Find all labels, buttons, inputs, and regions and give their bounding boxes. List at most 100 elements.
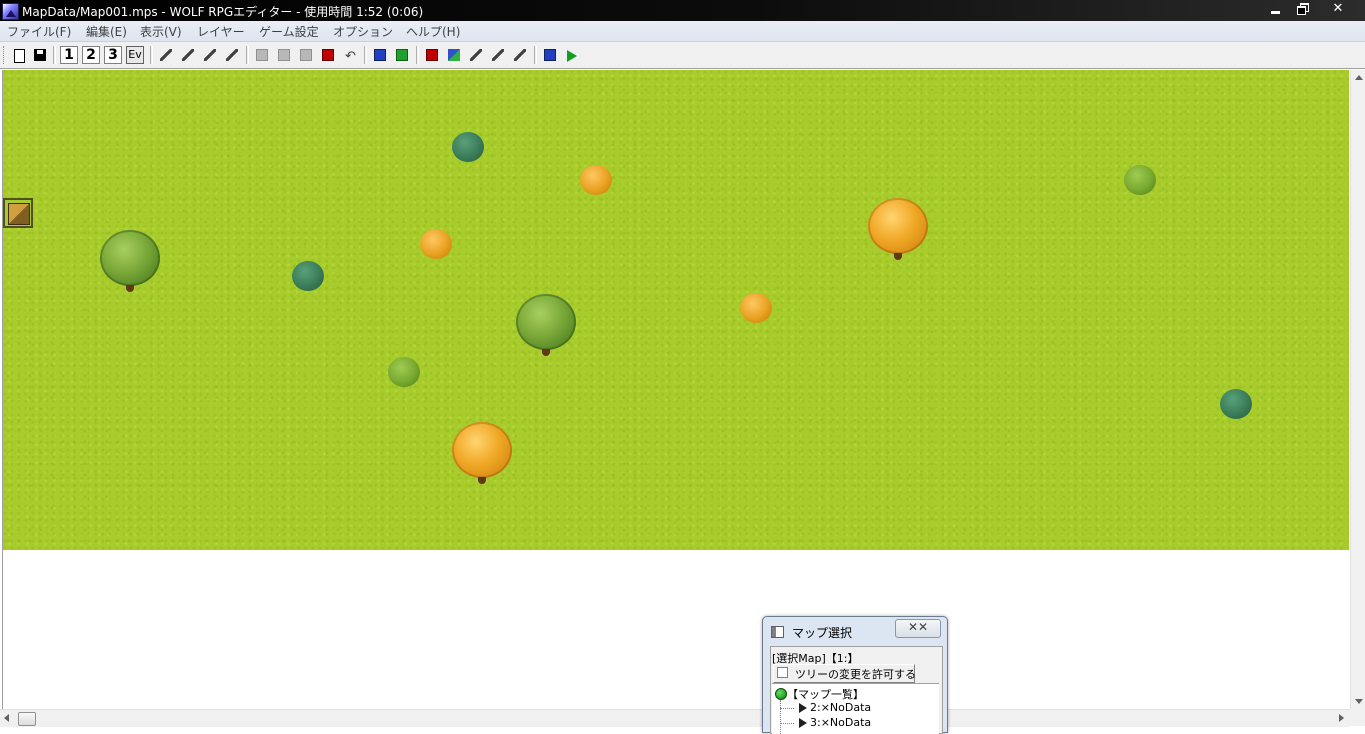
map-arrow-icon [799, 703, 807, 713]
map-root-label[interactable]: 【マップ一覧】 [787, 686, 864, 702]
map-canvas[interactable] [2, 70, 1350, 709]
play-test-icon [567, 50, 577, 62]
vertical-scrollbar[interactable] [1350, 70, 1365, 709]
orange-tree [868, 198, 928, 260]
map-tree-list[interactable]: 【マップ一覧】 2:×NoData 3:×NoData [772, 683, 939, 734]
toolbar-separator [53, 46, 56, 64]
scroll-up-icon[interactable] [1355, 75, 1363, 80]
autotile-2-button[interactable] [179, 46, 197, 64]
horizontal-scroll-thumb[interactable] [18, 712, 36, 726]
tools-icon [470, 49, 482, 61]
copy-icon [322, 49, 334, 61]
teal-bush [1220, 389, 1252, 419]
database-button[interactable] [423, 46, 441, 64]
tree-item[interactable]: 2:×NoData [780, 701, 930, 715]
orange-bush [740, 293, 772, 323]
allow-tree-change-label: ツリーの変更を許可する [795, 668, 916, 681]
toolbar: 1 2 3 Ev ↶ [0, 42, 1365, 69]
pencil-button[interactable] [253, 46, 271, 64]
toolbar-separator [364, 46, 367, 64]
window-icon [771, 626, 784, 638]
lime-bush [1124, 165, 1156, 195]
new-map-button[interactable] [9, 46, 27, 64]
minimize-icon [1271, 11, 1280, 14]
allow-tree-change-toggle[interactable]: ツリーの変更を許可する [773, 664, 916, 683]
autotile-3-icon [204, 49, 216, 61]
save-button[interactable] [31, 46, 49, 64]
new-map-icon [14, 49, 25, 63]
save-icon [34, 49, 46, 61]
scroll-right-icon[interactable] [1339, 714, 1344, 722]
tree-connector [780, 723, 794, 724]
undo-button[interactable]: ↶ [341, 46, 359, 64]
autotile-4-button[interactable] [223, 46, 241, 64]
map-settings-icon [374, 49, 386, 61]
panel-body: [選択Map]【1:】 ツリーの変更を許可する 【マップ一覧】 2:×NoDat… [770, 646, 943, 734]
scroll-down-icon[interactable] [1355, 699, 1363, 704]
copy-button[interactable] [319, 46, 337, 64]
search-button[interactable] [489, 46, 507, 64]
tools-button[interactable] [467, 46, 485, 64]
orange-tree [452, 422, 512, 484]
menu-view[interactable]: 表示(V) [140, 23, 182, 40]
rectangle-button[interactable] [275, 46, 293, 64]
map-select-panel: マップ選択 ✕✕ [選択Map]【1:】 ツリーの変更を許可する 【マップ一覧】… [762, 616, 948, 734]
map-grass-area[interactable] [3, 70, 1349, 550]
map-settings-button[interactable] [371, 46, 389, 64]
common-event-button[interactable] [445, 46, 463, 64]
menu-edit[interactable]: 編集(E) [86, 23, 127, 40]
toolbar-separator [150, 46, 153, 64]
toolbar-grip[interactable] [3, 46, 7, 64]
map-bgm-icon [514, 49, 526, 61]
script-button[interactable] [541, 46, 559, 64]
map-bgm-button[interactable] [511, 46, 529, 64]
play-test-button[interactable] [563, 46, 581, 64]
green-tree [516, 294, 576, 356]
panel-title: マップ選択 [792, 626, 853, 640]
fill-button[interactable] [297, 46, 315, 64]
tree-item[interactable]: 3:×NoData [780, 716, 930, 730]
fill-icon [300, 49, 312, 61]
orange-bush [580, 165, 612, 195]
map-root-icon [775, 688, 787, 700]
autotile-1-icon [160, 49, 172, 61]
layer-3-button[interactable]: 3 [104, 46, 122, 64]
lime-bush [388, 357, 420, 387]
tile-cursor [3, 198, 33, 228]
menu-game-settings[interactable]: ゲーム設定 [259, 23, 319, 40]
close-button[interactable]: ✕ [1317, 0, 1359, 18]
menu-options[interactable]: オプション [333, 23, 393, 40]
menu-help[interactable]: ヘルプ(H) [406, 23, 460, 40]
orange-bush [420, 229, 452, 259]
horizontal-scrollbar[interactable] [0, 709, 1350, 727]
layer-1-button[interactable]: 1 [60, 46, 78, 64]
app-icon[interactable] [2, 3, 19, 20]
teal-bush [452, 132, 484, 162]
restore-button[interactable] [1290, 0, 1316, 18]
allow-tree-change-checkbox[interactable] [777, 667, 788, 678]
pencil-icon [256, 49, 268, 61]
minimize-button[interactable] [1263, 0, 1289, 18]
tree-connector [780, 708, 794, 709]
event-layer-button[interactable]: Ev [126, 46, 144, 64]
database-icon [426, 49, 438, 61]
menu-bar: ファイル(F) 編集(E) 表示(V) レイヤー ゲーム設定 オプション ヘルプ… [0, 21, 1365, 42]
layer-2-button[interactable]: 2 [82, 46, 100, 64]
search-icon [492, 49, 504, 61]
scroll-left-icon[interactable] [4, 714, 9, 722]
autotile-3-button[interactable] [201, 46, 219, 64]
tileset-button[interactable] [393, 46, 411, 64]
rectangle-fill-icon [278, 49, 290, 61]
menu-layer[interactable]: レイヤー [197, 23, 245, 40]
autotile-2-icon [182, 49, 194, 61]
undo-icon: ↶ [345, 49, 356, 64]
script-icon [544, 49, 556, 61]
autotile-1-button[interactable] [157, 46, 175, 64]
tileset-icon [396, 49, 408, 61]
menu-file[interactable]: ファイル(F) [7, 23, 71, 40]
green-tree [100, 230, 160, 292]
toolbar-separator [416, 46, 419, 64]
tree-item-label: 3:×NoData [810, 716, 872, 729]
panel-close-button[interactable]: ✕✕ [895, 619, 941, 638]
tree-item-label: 2:×NoData [810, 701, 872, 714]
